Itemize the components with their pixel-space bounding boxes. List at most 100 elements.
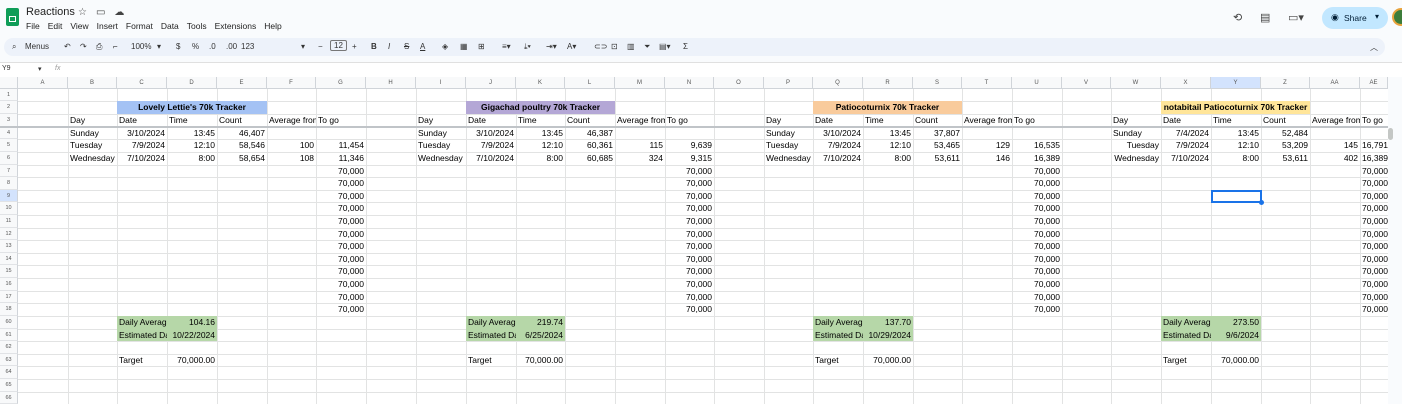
share-dropdown-icon[interactable]: ▾ <box>1375 12 1379 21</box>
column-label[interactable]: Count <box>913 114 962 127</box>
currency-button[interactable]: $ <box>176 42 180 51</box>
column-header[interactable]: T <box>962 77 1012 89</box>
bold-icon[interactable]: B <box>371 42 377 51</box>
row-header[interactable]: 15 <box>0 265 18 278</box>
row-header[interactable]: 5 <box>0 139 18 152</box>
column-label[interactable]: Average from <box>962 114 1012 127</box>
to-go-cell[interactable]: 70,000 <box>1012 253 1062 265</box>
daily-average-value[interactable]: 273.50 <box>1211 316 1261 329</box>
comments-icon[interactable]: ▤ <box>1260 11 1270 24</box>
table-cell[interactable]: 7/9/2024 <box>813 139 863 152</box>
table-cell[interactable]: 7/10/2024 <box>813 152 863 165</box>
estimated-date-label[interactable]: Estimated Date <box>813 329 863 341</box>
to-go-cell[interactable]: 70,000 <box>665 190 714 202</box>
borders-icon[interactable]: ▦ <box>460 42 468 51</box>
column-header[interactable]: H <box>366 77 416 89</box>
vertical-scrollbar[interactable] <box>1388 128 1393 140</box>
column-header[interactable]: Z <box>1261 77 1310 89</box>
to-go-cell[interactable]: 70,000 <box>316 253 366 265</box>
table-cell[interactable]: 12:10 <box>863 139 913 152</box>
menu-extensions[interactable]: Extensions <box>215 21 257 31</box>
estimated-date-label[interactable]: Estimated Date <box>1161 329 1211 341</box>
filter-views-icon[interactable]: ▤▾ <box>659 42 671 51</box>
table-cell[interactable]: 53,611 <box>913 152 962 165</box>
to-go-cell[interactable]: 70,000 <box>665 165 714 177</box>
estimated-date-label[interactable]: Estimated Date <box>466 329 516 341</box>
column-label[interactable]: Day <box>764 114 813 127</box>
menu-format[interactable]: Format <box>126 21 153 31</box>
column-label[interactable]: Count <box>1261 114 1310 127</box>
to-go-cell[interactable]: 70,000 <box>1360 165 1388 177</box>
row-header[interactable]: 16 <box>0 278 18 291</box>
row-header[interactable]: 61 <box>0 329 18 341</box>
column-header[interactable]: A <box>18 77 68 89</box>
name-box-dropdown-icon[interactable]: ▾ <box>38 65 42 73</box>
table-cell[interactable]: 7/10/2024 <box>466 152 516 165</box>
table-cell[interactable]: 60,361 <box>565 139 615 152</box>
share-button[interactable]: ◉ Share ▾ <box>1322 7 1388 29</box>
table-cell[interactable] <box>615 127 665 139</box>
to-go-cell[interactable]: 70,000 <box>665 202 714 215</box>
to-go-cell[interactable]: 70,000 <box>1012 303 1062 316</box>
search-icon[interactable]: ⌕ <box>12 42 16 52</box>
table-cell[interactable] <box>665 127 714 139</box>
row-header[interactable]: 66 <box>0 392 18 404</box>
table-cell[interactable]: 7/9/2024 <box>1161 139 1211 152</box>
to-go-cell[interactable]: 70,000 <box>1360 177 1388 190</box>
row-header[interactable]: 6 <box>0 152 18 165</box>
table-cell[interactable]: 58,546 <box>217 139 267 152</box>
table-cell[interactable]: Sunday <box>1111 127 1161 139</box>
column-label[interactable]: Date <box>1161 114 1211 127</box>
daily-average-value[interactable]: 219.74 <box>516 316 565 329</box>
to-go-cell[interactable]: 70,000 <box>665 303 714 316</box>
table-cell[interactable]: 7/10/2024 <box>117 152 167 165</box>
table-cell[interactable]: 8:00 <box>863 152 913 165</box>
table-cell[interactable]: 129 <box>962 139 1012 152</box>
column-label[interactable]: Count <box>217 114 267 127</box>
column-label[interactable]: To go <box>665 114 714 127</box>
table-cell[interactable] <box>316 127 366 139</box>
to-go-cell[interactable]: 70,000 <box>1360 202 1388 215</box>
row-header[interactable]: 63 <box>0 354 18 366</box>
table-cell[interactable]: 16,389 <box>1360 152 1388 165</box>
menu-tools[interactable]: Tools <box>187 21 207 31</box>
to-go-cell[interactable]: 70,000 <box>665 291 714 303</box>
to-go-cell[interactable]: 70,000 <box>316 202 366 215</box>
to-go-cell[interactable]: 70,000 <box>1360 278 1388 291</box>
to-go-cell[interactable]: 70,000 <box>1012 190 1062 202</box>
table-cell[interactable]: 16,389 <box>1012 152 1062 165</box>
undo-icon[interactable]: ↶ <box>64 42 71 51</box>
tracker-title[interactable]: notabitail Patiocoturnix 70k Tracker <box>1161 101 1310 114</box>
table-cell[interactable]: Wednesday <box>1111 152 1161 165</box>
to-go-cell[interactable]: 70,000 <box>1360 303 1388 316</box>
strikethrough-icon[interactable]: S <box>404 42 409 51</box>
column-header[interactable]: L <box>565 77 615 89</box>
percent-button[interactable]: % <box>192 42 199 51</box>
to-go-cell[interactable]: 70,000 <box>1012 291 1062 303</box>
to-go-cell[interactable]: 70,000 <box>316 177 366 190</box>
to-go-cell[interactable]: 70,000 <box>1360 291 1388 303</box>
table-cell[interactable]: 3/10/2024 <box>117 127 167 139</box>
table-cell[interactable]: 8:00 <box>167 152 217 165</box>
table-cell[interactable]: Tuesday <box>1111 139 1161 152</box>
table-cell[interactable]: Sunday <box>764 127 813 139</box>
table-cell[interactable]: 8:00 <box>516 152 565 165</box>
to-go-cell[interactable]: 70,000 <box>1012 177 1062 190</box>
column-label[interactable]: Time <box>863 114 913 127</box>
column-header[interactable]: W <box>1111 77 1161 89</box>
row-header[interactable]: 13 <box>0 240 18 253</box>
column-header[interactable]: U <box>1012 77 1062 89</box>
italic-icon[interactable]: I <box>388 42 390 51</box>
font-size-decrease[interactable]: − <box>318 42 323 51</box>
tracker-title[interactable]: Gigachad poultry 70k Tracker <box>466 101 615 114</box>
column-header[interactable]: N <box>665 77 714 89</box>
estimated-date-label[interactable]: Estimated Date <box>117 329 167 341</box>
print-icon[interactable]: ⎙ <box>96 42 102 52</box>
tracker-title[interactable]: Patiocoturnix 70k Tracker <box>813 101 962 114</box>
font-size-input[interactable]: 12 <box>330 40 347 51</box>
estimated-date-value[interactable]: 10/22/2024 <box>167 329 217 341</box>
table-cell[interactable]: Sunday <box>68 127 117 139</box>
table-cell[interactable]: 53,465 <box>913 139 962 152</box>
column-header[interactable]: J <box>466 77 516 89</box>
row-header[interactable]: 64 <box>0 366 18 379</box>
